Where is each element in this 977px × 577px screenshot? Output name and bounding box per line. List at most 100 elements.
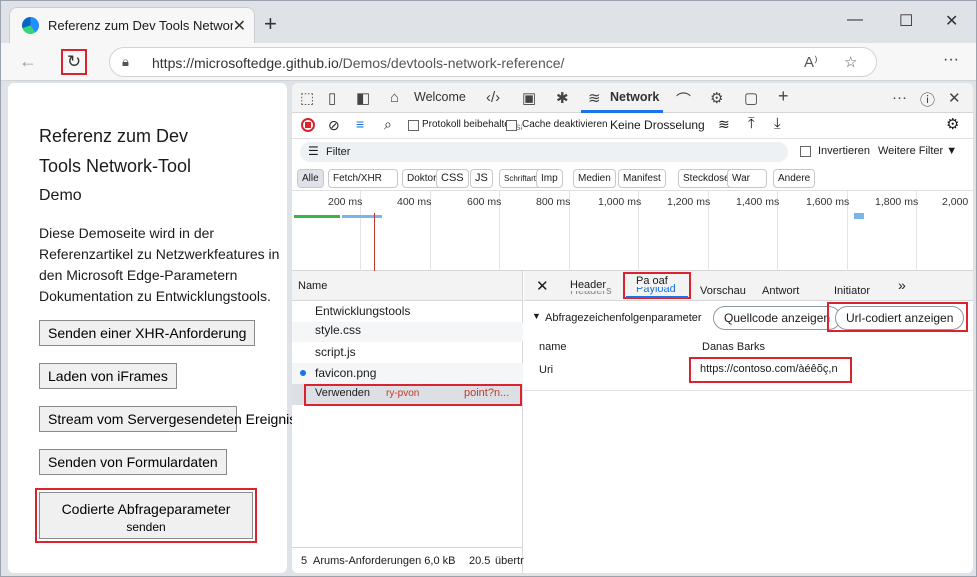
sources-bug-icon[interactable]: ✱	[556, 89, 569, 107]
record-icon[interactable]	[301, 118, 315, 132]
query-params-section-title[interactable]: Abfragezeichenfolgenparameter	[545, 312, 702, 324]
back-arrow-icon[interactable]: ←	[19, 51, 37, 72]
disable-cache-checkbox[interactable]	[506, 120, 517, 131]
tab-initiator[interactable]: Initiator	[834, 285, 870, 297]
resource-type-filters: Alle Fetch/XHR Doktor CSS JS Schriftart …	[292, 165, 973, 191]
settings-menu-icon[interactable]: ···	[943, 51, 959, 69]
throttling-select[interactable]: Keine Drosselung	[610, 118, 705, 132]
params-divider	[524, 390, 973, 391]
filter-input[interactable]: ☰ Filter	[300, 142, 788, 162]
filter-funnel-icon[interactable]: ≡	[356, 116, 364, 132]
help-icon[interactable]: ⓘ	[920, 89, 935, 110]
timeline-tick-label: 1,600 ms	[806, 196, 850, 208]
clear-icon[interactable]: ⊘	[328, 117, 340, 134]
application-icon[interactable]: ▢	[744, 89, 758, 107]
search-icon[interactable]: ⌕	[384, 116, 392, 133]
page-title-line3: Demo	[39, 187, 82, 204]
request-row[interactable]: favicon.png	[292, 363, 523, 384]
import-har-icon[interactable]: ⤒	[748, 115, 755, 132]
inspect-icon[interactable]: ⬚	[300, 89, 314, 107]
send-xhr-button[interactable]: Senden einer XHR-Anforderung	[39, 320, 256, 346]
new-tab-icon[interactable]: +	[264, 11, 277, 37]
close-window-icon[interactable]: ✕	[945, 11, 958, 31]
type-filter-js[interactable]: JS	[470, 169, 493, 188]
timeline-bar-resources	[342, 215, 382, 218]
payload-tab-highlight	[623, 272, 691, 299]
timeline-tick-label: 200 ms	[328, 196, 363, 208]
type-filter-other[interactable]: Andere	[773, 169, 816, 188]
console-icon[interactable]: ▣	[522, 89, 536, 107]
tab-preview[interactable]: Vorschau	[700, 285, 746, 297]
timeline-tick-label: 800 ms	[536, 196, 571, 208]
performance-icon[interactable]: ⌒	[676, 89, 691, 110]
type-filter-manifest[interactable]: Manifest	[618, 169, 666, 188]
type-filter-all[interactable]: Alle	[297, 169, 324, 188]
more-tabs-chevron-icon[interactable]: »	[898, 277, 906, 293]
dock-icon[interactable]: ◧	[356, 89, 370, 107]
type-filter-media[interactable]: Medien	[573, 169, 616, 188]
close-details-icon[interactable]: ✕	[536, 277, 549, 295]
timeline-tick-label: 600 ms	[467, 196, 502, 208]
request-list-header: Name	[292, 271, 523, 301]
encoded-button-line2: senden	[126, 519, 166, 534]
network-status-bar: 5 Arums-Anforderungen 6,0 kB 20.5 übertr…	[292, 547, 551, 573]
invert-label: Invertieren	[818, 145, 870, 157]
type-filter-img[interactable]: Imp	[536, 169, 563, 188]
sse-stream-button[interactable]: Stream vom Servergesendeten Ereignissen	[39, 406, 319, 432]
home-icon[interactable]: ⌂	[390, 89, 399, 106]
maximize-icon[interactable]: ☐	[899, 11, 913, 31]
expand-triangle-icon[interactable]: ▼	[532, 311, 541, 321]
network-overview-timeline[interactable]: 200 ms 400 ms 600 ms 800 ms 1,000 ms 1,2…	[292, 191, 973, 271]
tab-welcome[interactable]: Welcome	[414, 90, 466, 104]
send-encoded-params-button[interactable]: Codierte Abfrageparameter senden	[39, 492, 253, 539]
request-count-label: Arums-Anforderungen 6,0 kB	[313, 555, 456, 567]
browser-tab[interactable]: Referenz zum Dev Tools Network-Tool ✕	[9, 7, 255, 43]
export-har-icon[interactable]: ⤓	[774, 115, 781, 132]
close-devtools-icon[interactable]: ✕	[948, 89, 961, 107]
network-toolbar: ⊘ ≡ ⌕ Protokoll beibehalten Disable cach…	[292, 113, 973, 139]
devtools-tab-bar: ⬚ ▯ ◧ ⌂ Welcome ‹/› ▣ ✱ ≋ Network ⌒ ⚙ ▢ …	[292, 83, 973, 113]
address-bar[interactable]: 🔒︎ https://microsoftedge.github.io/Demos…	[109, 47, 877, 77]
reload-icon[interactable]: ↻	[61, 49, 87, 75]
param-value: https://contoso.com/àéêõç,n	[700, 363, 838, 375]
network-settings-gear-icon[interactable]: ⚙	[946, 115, 959, 133]
minimize-icon[interactable]: —	[847, 11, 863, 29]
view-source-button[interactable]: Quellcode anzeigen	[713, 306, 842, 330]
devtools-menu-icon[interactable]: ···	[892, 89, 907, 106]
type-filter-fetch-xhr[interactable]: Fetch/XHR	[328, 169, 398, 188]
tab-title: Referenz zum Dev Tools Network-Tool	[48, 18, 233, 33]
send-form-data-button[interactable]: Senden von Formulardaten	[39, 449, 227, 475]
network-conditions-icon[interactable]: ≋	[718, 116, 730, 133]
url-text[interactable]: https://microsoftedge.github.io/Demos/de…	[152, 55, 564, 71]
tab-headers[interactable]: Header	[570, 279, 607, 291]
invert-checkbox[interactable]	[800, 146, 811, 157]
network-wifi-icon[interactable]: ≋	[588, 89, 601, 107]
tab-network[interactable]: Network	[610, 90, 659, 104]
more-filters-dropdown[interactable]: Weitere Filter ▼	[878, 145, 957, 157]
type-filter-wasm[interactable]: War	[727, 169, 767, 188]
filter-placeholder: Filter	[326, 146, 351, 158]
elements-icon[interactable]: ‹/›	[486, 89, 500, 106]
close-tab-icon[interactable]: ✕	[233, 16, 246, 36]
type-filter-css[interactable]: CSS	[436, 169, 469, 188]
device-emulation-icon[interactable]: ▯	[328, 89, 336, 107]
name-column-header[interactable]: Name	[298, 280, 327, 292]
request-row[interactable]: script.js	[292, 342, 523, 363]
load-iframes-button[interactable]: Laden von iFrames	[39, 363, 177, 389]
more-filters-label: Weitere Filter	[878, 145, 944, 157]
memory-chip-icon[interactable]: ⚙	[710, 89, 723, 107]
more-tools-plus-icon[interactable]: +	[778, 86, 789, 107]
encoded-button-line1: Codierte Abfrageparameter	[61, 500, 231, 517]
type-filter-font[interactable]: Schriftart	[499, 169, 542, 188]
request-row[interactable]: style.css	[292, 322, 523, 342]
lock-icon[interactable]: 🔒︎	[122, 54, 129, 70]
tab-response[interactable]: Antwort	[762, 285, 799, 297]
favorite-star-icon[interactable]: ☆	[844, 53, 857, 71]
read-aloud-icon[interactable]: A⁾	[804, 53, 818, 71]
timeline-tick-label: 1,000 ms	[598, 196, 642, 208]
browser-window: Referenz zum Dev Tools Network-Tool ✕ + …	[0, 0, 977, 577]
request-row[interactable]: Entwicklungstools	[292, 301, 523, 322]
selected-request-highlight	[304, 384, 522, 406]
view-url-encoded-button[interactable]: Url-codiert anzeigen	[835, 306, 965, 330]
preserve-log-checkbox[interactable]	[408, 120, 419, 131]
